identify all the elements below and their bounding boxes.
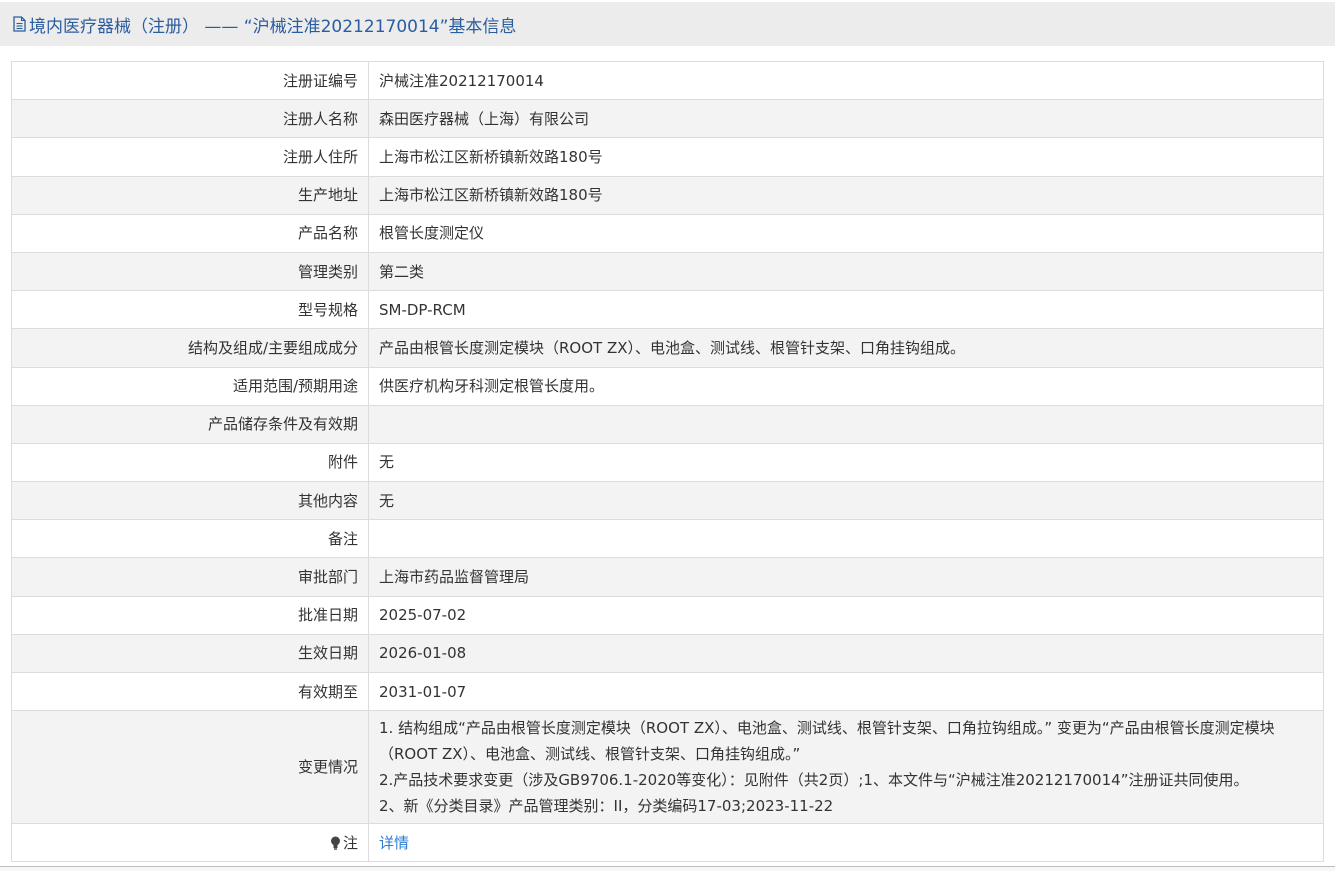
row-label: 结构及组成/主要组成成分 [11,328,369,368]
row-label: 生产地址 [11,175,369,215]
row-label: 有效期至 [11,671,369,712]
table-row: 管理类别 第二类 [11,251,1324,292]
row-value: 2025-07-02 [368,595,1324,635]
row-label: 批准日期 [11,595,369,635]
row-value: 根管长度测定仪 [368,213,1324,253]
table-row: 生产地址 上海市松江区新桥镇新效路180号 [11,175,1324,215]
table-row: 产品名称 根管长度测定仪 [11,213,1324,253]
change-line-1: 1. 结构组成“产品由根管长度测定模块（ROOT ZX）、电池盒、测试线、根管针… [379,719,1275,764]
row-value: 供医疗机构牙科测定根管长度用。 [368,366,1324,406]
page-title: 境内医疗器械（注册） —— “沪械注准20212170014”基本信息 [29,16,517,37]
table-row: 生效日期 2026-01-08 [11,633,1324,674]
row-value: 上海市药品监督管理局 [368,557,1324,597]
lightbulb-icon [330,836,340,850]
row-value: 森田医疗器械（上海）有限公司 [368,99,1324,139]
table-row: 注册证编号 沪械注准20212170014 [11,60,1324,101]
row-label: 附件 [11,442,369,483]
table-row: 注册人名称 森田医疗器械（上海）有限公司 [11,99,1324,139]
row-value: 沪械注准20212170014 [368,60,1324,101]
row-label: 产品名称 [11,213,369,253]
note-label: 注 [342,833,358,852]
table-row: 批准日期 2025-07-02 [11,595,1324,635]
table-row: 附件无 [11,442,1324,483]
row-label: 审批部门 [11,557,369,597]
table-row: 注册人住所 上海市松江区新桥镇新效路180号 [11,137,1324,177]
row-label: 适用范围/预期用途 [11,366,369,406]
change-label: 变更情况 [11,710,369,825]
change-line-3: 2、新《分类目录》产品管理类别：II，分类编码17-03;2023-11-22 [379,797,834,816]
table-row: 备注 [11,519,1324,559]
row-label: 生效日期 [11,633,369,674]
table-row: 产品储存条件及有效期 [11,404,1324,444]
details-link[interactable]: 详情 [379,834,409,852]
row-label: 注册人名称 [11,99,369,139]
row-label: 管理类别 [11,251,369,292]
row-label: 注册证编号 [11,60,369,101]
table-row: 审批部门 上海市药品监督管理局 [11,557,1324,597]
row-value: 产品由根管长度测定模块（ROOT ZX）、电池盒、测试线、根管针支架、口角挂钩组… [368,328,1324,368]
row-label: 备注 [11,519,369,559]
row-value: 第二类 [368,251,1324,292]
page-header: 境内医疗器械（注册） —— “沪械注准20212170014”基本信息 [0,2,1335,46]
table-row: 有效期至 2031-01-07 [11,671,1324,712]
row-label: 型号规格 [11,290,369,330]
row-value: 无 [368,442,1324,483]
registration-info-table: 注册证编号 沪械注准20212170014 注册人名称 森田医疗器械（上海）有限公司… [11,60,1324,863]
row-value: 2031-01-07 [368,671,1324,712]
table-row-note: 注 详情 [11,823,1324,863]
row-value [368,404,1324,444]
row-label: 其他内容 [11,481,369,521]
table-row-change: 变更情况 1. 结构组成“产品由根管长度测定模块（ROOT ZX）、电池盒、测试… [11,710,1324,825]
row-value: 2026-01-08 [368,633,1324,674]
table-row: 结构及组成/主要组成成分 产品由根管长度测定模块（ROOT ZX）、电池盒、测试线… [11,328,1324,368]
row-value: SM-DP-RCM [368,290,1324,330]
change-value: 1. 结构组成“产品由根管长度测定模块（ROOT ZX）、电池盒、测试线、根管针… [368,710,1324,825]
row-value [368,519,1324,559]
row-value: 无 [368,481,1324,521]
bottom-scroll-strip [0,866,1335,871]
table-row: 其他内容无 [11,481,1324,521]
change-line-2: 2.产品技术要求变更（涉及GB9706.1-2020等变化）：见附件（共2页）;… [379,771,1249,790]
row-label: 产品储存条件及有效期 [11,404,369,444]
note-value-cell: 详情 [368,823,1324,863]
table-row: 型号规格 SM-DP-RCM [11,290,1324,330]
row-value: 上海市松江区新桥镇新效路180号 [368,175,1324,215]
note-label-cell: 注 [11,823,369,863]
row-value: 上海市松江区新桥镇新效路180号 [368,137,1324,177]
row-label: 注册人住所 [11,137,369,177]
document-icon [13,16,26,32]
table-row: 适用范围/预期用途 供医疗机构牙科测定根管长度用。 [11,366,1324,406]
